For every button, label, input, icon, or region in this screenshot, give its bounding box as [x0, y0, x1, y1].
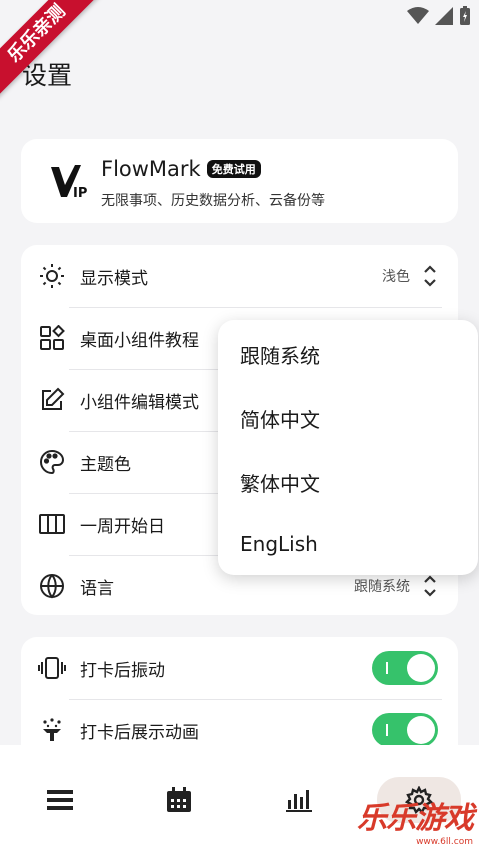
list-icon — [47, 790, 73, 810]
vibrate-icon — [38, 654, 66, 682]
edit-icon — [38, 386, 66, 414]
unfold-icon — [424, 575, 436, 597]
nav-calendar-tab[interactable] — [137, 777, 221, 823]
vip-title: FlowMark 免费试用 — [101, 157, 261, 181]
chart-icon — [286, 790, 312, 812]
language-option[interactable]: EngLish — [240, 532, 318, 556]
toggle-label: 打卡后振动 — [80, 660, 165, 681]
language-option[interactable]: 繁体中文 — [240, 468, 320, 497]
svg-text:IP: IP — [73, 186, 87, 201]
vip-description: 无限事项、历史数据分析、云备份等 — [101, 193, 325, 209]
nav-list-tab[interactable] — [18, 777, 102, 823]
wifi-icon — [407, 7, 429, 24]
language-option[interactable]: 跟随系统 — [240, 340, 320, 369]
globe-icon — [38, 572, 66, 600]
palette-icon — [38, 448, 66, 476]
setting-label: 桌面小组件教程 — [80, 330, 199, 351]
vip-logo-icon: IP — [51, 165, 87, 201]
setting-label: 一周开始日 — [80, 516, 165, 537]
unfold-icon — [424, 265, 436, 287]
setting-value: 浅色 — [382, 269, 410, 285]
setting-label: 小组件编辑模式 — [80, 392, 199, 413]
corner-watermark: 乐乐游戏 www.6ll.com — [357, 793, 474, 847]
nav-stats-tab[interactable] — [257, 777, 341, 823]
language-option[interactable]: 简体中文 — [240, 404, 320, 433]
calendar-icon — [167, 787, 191, 812]
animation-switch[interactable] — [372, 713, 438, 747]
setting-display-mode[interactable]: 显示模式 浅色 — [21, 245, 458, 307]
celebrate-icon — [38, 716, 66, 744]
setting-label: 语言 — [80, 578, 114, 599]
status-icons — [407, 6, 471, 26]
setting-value: 跟随系统 — [354, 579, 410, 595]
sun-icon — [38, 262, 66, 290]
widgets-icon — [38, 324, 66, 352]
columns-icon — [38, 510, 66, 538]
toggle-row-vibrate: 打卡后振动 — [21, 637, 458, 699]
battery-icon — [460, 6, 470, 25]
vibrate-switch[interactable] — [372, 651, 438, 685]
setting-label: 显示模式 — [80, 268, 148, 289]
vip-card[interactable]: IP FlowMark 免费试用 无限事项、历史数据分析、云备份等 — [21, 139, 458, 223]
setting-label: 主题色 — [80, 454, 131, 475]
toggle-label: 打卡后展示动画 — [80, 722, 199, 743]
vip-name: FlowMark — [101, 157, 201, 181]
corner-watermark-url: www.6ll.com — [416, 837, 473, 847]
language-dropdown-menu: 跟随系统 简体中文 繁体中文 EngLish — [218, 320, 478, 575]
corner-watermark-title: 乐乐游戏 — [357, 801, 474, 836]
vip-badge: 免费试用 — [206, 160, 261, 178]
signal-icon — [435, 7, 453, 25]
